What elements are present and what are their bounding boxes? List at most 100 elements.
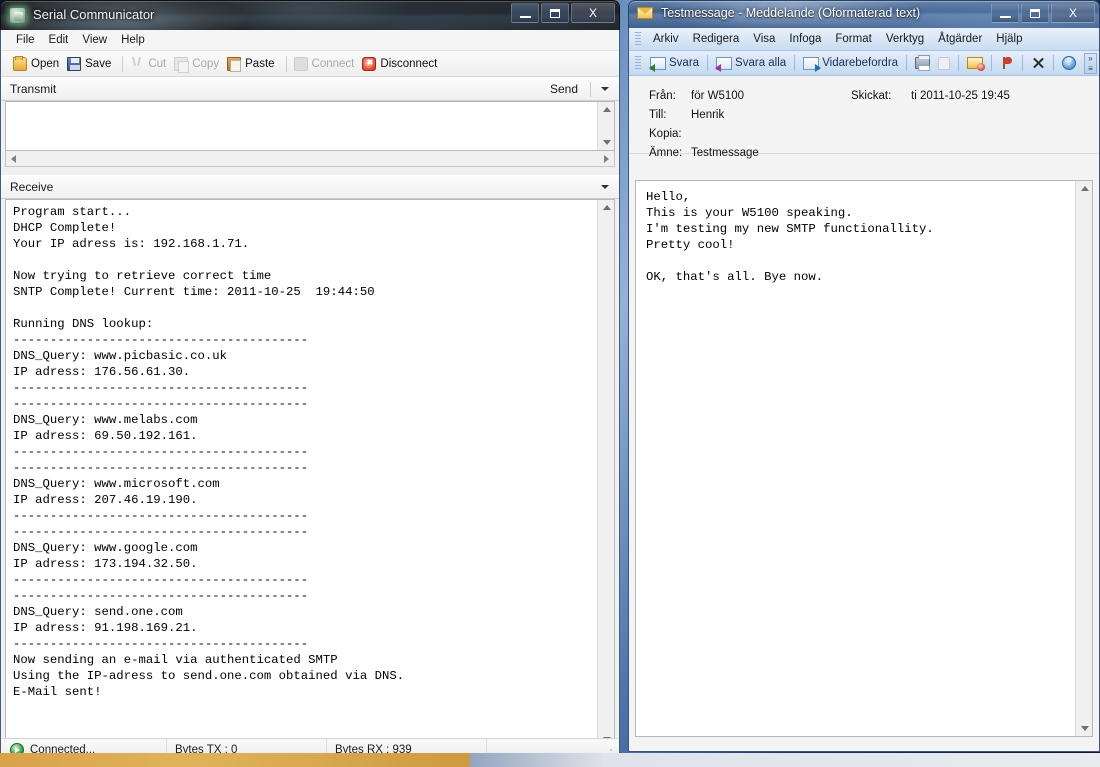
delete-x-icon [1031,56,1045,70]
menu-item-help[interactable]: Help [114,32,152,48]
reply-all-button[interactable]: Svara alla [712,56,790,71]
sent-value: ti 2011-10-25 19:45 [911,90,1099,102]
to-label: Till: [629,109,691,121]
transmit-horizontal-scrollbar[interactable] [5,151,615,167]
menu-item-edit[interactable]: Edit [42,32,76,48]
scroll-up-icon[interactable] [1081,186,1089,191]
toolbar-overflow-button[interactable]: »≡ [1084,53,1097,74]
transmit-panel-header: Transmit Send [1,77,619,101]
cc-label: Kopia: [629,128,691,140]
toolbar-grip-icon[interactable] [635,56,641,70]
scissors-icon [130,57,144,71]
move-to-folder-button[interactable] [963,56,987,70]
minimize-button[interactable] [511,3,539,23]
reply-button[interactable]: Svara [646,56,703,71]
mail-titlebar[interactable]: Testmessage - Meddelande (Oformaterad te… [628,0,1100,28]
scroll-up-icon[interactable] [603,107,611,112]
mail-body-text: Hello, This is your W5100 speaking. I'm … [636,181,1075,736]
send-button[interactable]: Send [542,80,586,98]
paste-button[interactable]: Paste [225,56,280,72]
close-icon: X [1069,7,1077,19]
mail-header-fields: Från: för W5100 Skickat: ti 2011-10-25 1… [629,76,1099,154]
print-icon [915,57,930,69]
forward-button-label: Vidarebefordra [822,57,898,69]
receive-vertical-scrollbar[interactable] [597,200,614,747]
copy-button-label: Copy [192,58,219,70]
scroll-right-icon[interactable] [604,155,609,163]
reply-all-button-label: Svara alla [735,57,786,69]
transmit-textarea[interactable] [5,101,615,151]
toolbar-separator-4 [958,55,959,71]
scroll-down-icon[interactable] [1081,726,1089,731]
close-button[interactable]: X [571,3,615,23]
disconnect-button-label: Disconnect [380,58,437,70]
receive-panel-header: Receive [1,175,619,199]
menu-item-file[interactable]: File [9,32,42,48]
receive-options-chevron-down-icon[interactable] [601,185,609,189]
flag-button[interactable] [996,55,1018,71]
transmit-title: Transmit [10,82,56,96]
help-button[interactable]: ? [1058,55,1080,71]
toolbar-separator-3 [906,55,907,71]
menu-item-arkiv[interactable]: Arkiv [646,31,686,47]
menu-item-visa[interactable]: Visa [746,31,782,47]
transmit-vertical-scrollbar[interactable] [597,102,614,150]
desktop-bottom-strip-left [0,753,470,767]
menu-item-atgarder[interactable]: Åtgärder [931,31,989,47]
menu-item-view[interactable]: View [75,32,114,48]
mail-row-from: Från: för W5100 Skickat: ti 2011-10-25 1… [629,86,1099,105]
reply-button-label: Svara [669,57,699,69]
open-button-label: Open [31,58,59,70]
receive-header-actions [595,185,615,189]
copy-icon [174,57,188,71]
to-value: Henrik [691,109,851,121]
menu-grip-icon[interactable] [635,32,641,46]
menu-item-redigera[interactable]: Redigera [686,31,747,47]
delete-button[interactable] [1027,55,1049,71]
menu-item-verktyg[interactable]: Verktyg [879,31,931,47]
menu-item-infoga[interactable]: Infoga [782,31,828,47]
reply-all-icon [716,57,732,70]
receive-log-text: Program start... DHCP Complete! Your IP … [6,200,597,747]
mail-body-scrollbar[interactable] [1075,181,1092,736]
close-button[interactable]: X [1051,3,1095,23]
forward-button[interactable]: Vidarebefordra [799,56,902,71]
help-icon: ? [1062,56,1076,70]
disconnect-icon [362,57,376,71]
toolbar-separator-2 [286,56,287,72]
toolbar-separator-6 [1022,55,1023,71]
scroll-up-icon[interactable] [603,205,611,210]
minimize-button[interactable] [991,3,1019,23]
print-button[interactable] [911,56,934,70]
scroll-down-icon[interactable] [603,140,611,145]
mail-body-panel[interactable]: Hello, This is your W5100 speaking. I'm … [635,180,1093,737]
menu-item-format[interactable]: Format [828,31,878,47]
flag-icon [1000,56,1014,70]
scroll-left-icon[interactable] [11,155,16,163]
serial-communicator-window[interactable]: Serial Communicator X File Edit View Hel… [0,0,620,762]
mail-message-window[interactable]: Testmessage - Meddelande (Oformaterad te… [628,0,1100,752]
subject-value: Testmessage [691,147,851,159]
copy-button [934,56,954,71]
mail-toolbar: Svara Svara alla Vidarebefordra ? » [629,51,1099,76]
folder-open-icon [13,57,27,71]
panel-splitter[interactable] [1,167,619,175]
reply-icon [650,57,666,70]
maximize-button[interactable] [1021,3,1049,23]
save-button[interactable]: Save [65,56,117,72]
maximize-button[interactable] [541,3,569,23]
open-button[interactable]: Open [11,56,65,72]
toolbar-separator-2 [794,55,795,71]
disconnect-button[interactable]: Disconnect [360,56,443,72]
serial-titlebar[interactable]: Serial Communicator X [0,0,620,30]
move-to-folder-icon [967,57,983,69]
serial-caption-buttons: X [511,3,615,23]
menu-item-hjalp[interactable]: Hjälp [989,31,1029,47]
receive-textarea[interactable]: Program start... DHCP Complete! Your IP … [5,199,615,748]
from-label: Från: [629,90,691,102]
serial-window-body: File Edit View Help Open Save Cut Copy [0,30,620,762]
send-options-chevron-down-icon[interactable] [601,87,609,91]
transmit-text[interactable] [6,102,597,150]
save-button-label: Save [85,58,111,70]
close-icon: X [589,7,597,19]
